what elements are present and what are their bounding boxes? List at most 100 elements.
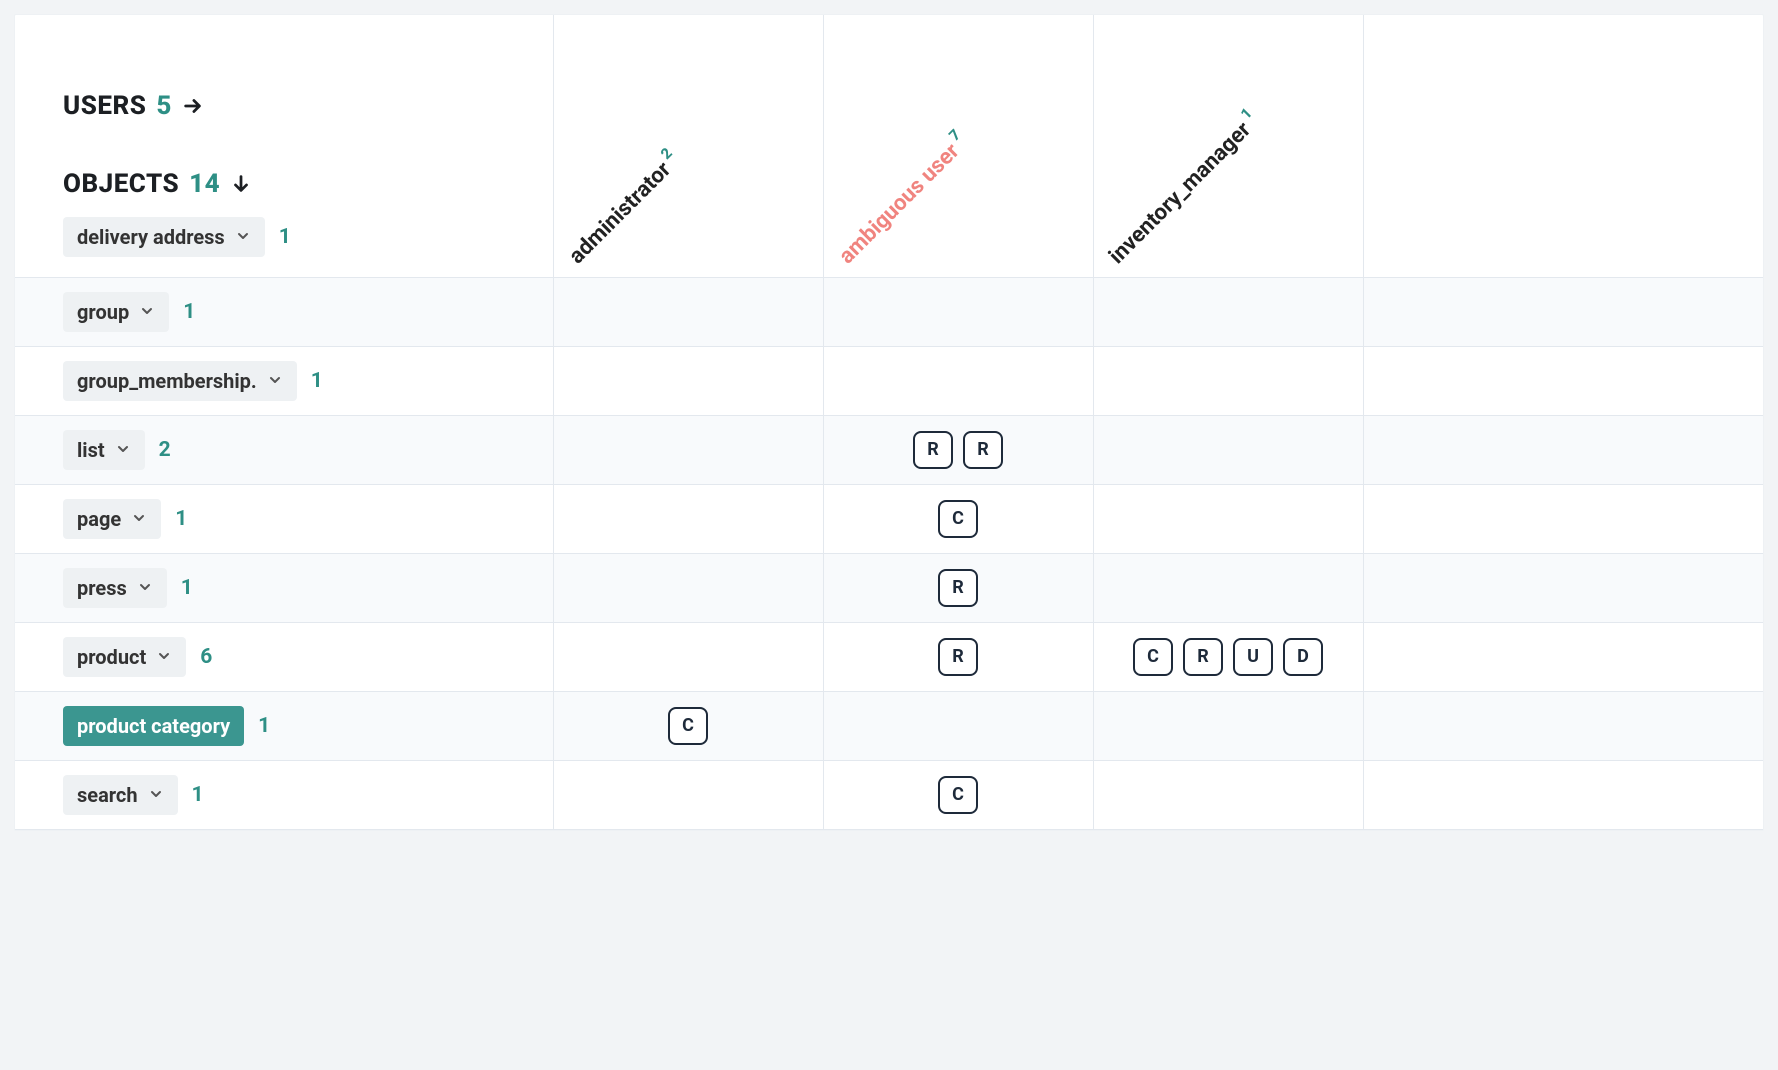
chevron-down-icon xyxy=(131,507,147,531)
cell-filler xyxy=(1363,346,1763,415)
object-label: group xyxy=(77,300,129,324)
cell-filler xyxy=(1363,484,1763,553)
arrow-down-icon xyxy=(230,173,252,195)
arrow-right-icon xyxy=(182,95,204,117)
permission-cell: C xyxy=(553,691,823,760)
permission-cell: CRUD xyxy=(1093,622,1363,691)
object-chip[interactable]: list xyxy=(63,430,145,470)
user-column-ambiguous-user[interactable]: ambiguous user7 xyxy=(823,15,1093,277)
object-chip[interactable]: delivery address xyxy=(63,217,265,257)
chevron-down-icon xyxy=(148,783,164,807)
object-label: list xyxy=(77,438,105,462)
object-row: product6RCRUD xyxy=(15,622,1763,691)
permission-badge-r[interactable]: R xyxy=(913,431,953,469)
object-chip[interactable]: product xyxy=(63,637,186,677)
permission-cell xyxy=(553,622,823,691)
users-section-header[interactable]: USERS 5 xyxy=(63,91,505,121)
permission-cell: R xyxy=(823,553,1093,622)
cell-filler xyxy=(1363,622,1763,691)
user-name: inventory_manager xyxy=(1104,117,1256,269)
permission-badge-r[interactable]: R xyxy=(963,431,1003,469)
cell-filler xyxy=(1363,553,1763,622)
permission-cell: C xyxy=(823,760,1093,829)
chevron-down-icon xyxy=(235,225,251,249)
object-row: product category 1 C xyxy=(15,691,1763,760)
object-cell: page 1 xyxy=(15,484,553,553)
cell-filler xyxy=(1363,415,1763,484)
permission-badge-c[interactable]: C xyxy=(1133,638,1173,676)
object-count: 2 xyxy=(159,438,171,462)
permission-cell xyxy=(1093,484,1363,553)
header-left-cell: USERS 5 OBJECTS 14 xyxy=(15,15,553,277)
chevron-down-icon xyxy=(156,645,172,669)
permission-cell xyxy=(1093,553,1363,622)
permission-cell xyxy=(823,277,1093,346)
object-label: press xyxy=(77,576,127,600)
object-count: 1 xyxy=(175,507,187,531)
user-name: administrator xyxy=(564,157,676,269)
permission-cell xyxy=(1093,277,1363,346)
permission-badge-d[interactable]: D xyxy=(1283,638,1323,676)
object-count: 6 xyxy=(200,645,212,669)
cell-filler xyxy=(1363,277,1763,346)
cell-filler xyxy=(1363,760,1763,829)
objects-count: 14 xyxy=(189,169,220,199)
permission-cell: C xyxy=(823,484,1093,553)
object-count: 1 xyxy=(258,714,270,738)
object-row: list 2 RR xyxy=(15,415,1763,484)
user-column-administrator[interactable]: administrator2 xyxy=(553,15,823,277)
permission-badge-u[interactable]: U xyxy=(1233,638,1273,676)
object-chip[interactable]: group_membership. xyxy=(63,361,297,401)
object-chip[interactable]: press xyxy=(63,568,167,608)
column-filler xyxy=(1363,15,1763,277)
object-label: search xyxy=(77,783,138,807)
permission-badge-r[interactable]: R xyxy=(938,569,978,607)
object-cell: group_membership. 1 xyxy=(15,346,553,415)
objects-section-header[interactable]: OBJECTS 14 xyxy=(63,169,505,199)
object-chip[interactable]: page xyxy=(63,499,161,539)
object-chip[interactable]: group xyxy=(63,292,169,332)
object-cell: search 1 xyxy=(15,760,553,829)
object-chip[interactable]: product category xyxy=(63,706,244,746)
object-row: page 1 C xyxy=(15,484,1763,553)
permission-cell xyxy=(553,760,823,829)
object-count: 1 xyxy=(192,783,204,807)
object-label: page xyxy=(77,507,121,531)
object-count: 1 xyxy=(279,225,291,249)
permission-cell: R xyxy=(823,622,1093,691)
chevron-down-icon xyxy=(267,369,283,393)
object-cell: group 1 xyxy=(15,277,553,346)
permissions-table: USERS 5 OBJECTS 14 xyxy=(15,15,1763,830)
permission-cell xyxy=(553,484,823,553)
object-cell: product 6 xyxy=(15,622,553,691)
permissions-matrix: USERS 5 OBJECTS 14 xyxy=(14,14,1764,831)
permission-badge-c[interactable]: C xyxy=(938,500,978,538)
object-count: 1 xyxy=(183,300,195,324)
permission-cell xyxy=(553,346,823,415)
permission-badge-r[interactable]: R xyxy=(938,638,978,676)
permission-badge-c[interactable]: C xyxy=(938,776,978,814)
permission-badge-c[interactable]: C xyxy=(668,707,708,745)
permission-cell xyxy=(1093,346,1363,415)
permission-badge-r[interactable]: R xyxy=(1183,638,1223,676)
permission-cell xyxy=(553,277,823,346)
object-cell: product category 1 xyxy=(15,691,553,760)
permission-cell xyxy=(1093,415,1363,484)
object-row: group_membership. 1 xyxy=(15,346,1763,415)
permission-cell xyxy=(823,691,1093,760)
permission-cell: RR xyxy=(823,415,1093,484)
permission-cell xyxy=(823,346,1093,415)
object-chip[interactable]: search xyxy=(63,775,178,815)
object-label: product xyxy=(77,645,146,669)
object-row: search 1 C xyxy=(15,760,1763,829)
object-count: 1 xyxy=(181,576,193,600)
user-name: ambiguous user xyxy=(834,138,964,268)
object-count: 1 xyxy=(311,369,323,393)
object-label: group_membership. xyxy=(77,369,257,393)
permission-cell xyxy=(1093,691,1363,760)
object-cell: list 2 xyxy=(15,415,553,484)
object-label: delivery address xyxy=(77,225,225,249)
cell-filler xyxy=(1363,691,1763,760)
user-column-inventory_manager[interactable]: inventory_manager1 xyxy=(1093,15,1363,277)
permission-cell xyxy=(1093,760,1363,829)
